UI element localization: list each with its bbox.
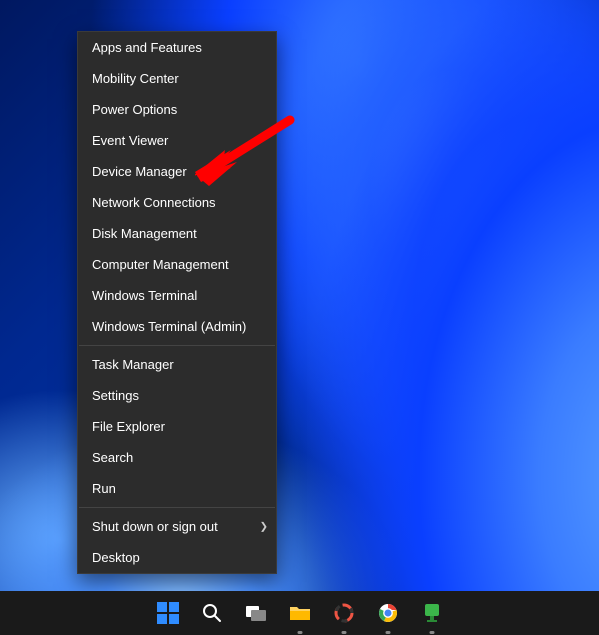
circle-app-icon <box>334 603 354 623</box>
menu-separator <box>79 507 275 508</box>
windows-logo-icon <box>157 602 179 624</box>
menu-separator <box>79 345 275 346</box>
taskbar-app-button-2[interactable] <box>417 598 447 628</box>
green-app-icon <box>423 603 441 623</box>
winx-context-menu: Apps and Features Mobility Center Power … <box>77 31 277 574</box>
file-explorer-button[interactable] <box>285 598 315 628</box>
menu-item-search[interactable]: Search <box>78 442 276 473</box>
menu-item-power-options[interactable]: Power Options <box>78 94 276 125</box>
menu-item-apps-and-features[interactable]: Apps and Features <box>78 32 276 63</box>
menu-item-event-viewer[interactable]: Event Viewer <box>78 125 276 156</box>
menu-item-mobility-center[interactable]: Mobility Center <box>78 63 276 94</box>
start-button[interactable] <box>153 598 183 628</box>
chrome-button[interactable] <box>373 598 403 628</box>
chrome-icon <box>378 603 398 623</box>
taskbar-search-button[interactable] <box>197 598 227 628</box>
menu-item-file-explorer[interactable]: File Explorer <box>78 411 276 442</box>
menu-item-windows-terminal-admin[interactable]: Windows Terminal (Admin) <box>78 311 276 342</box>
menu-item-disk-management[interactable]: Disk Management <box>78 218 276 249</box>
menu-item-run[interactable]: Run <box>78 473 276 504</box>
task-view-icon <box>245 604 267 622</box>
chevron-right-icon: ❯ <box>260 521 268 532</box>
taskbar <box>0 591 599 635</box>
menu-item-windows-terminal[interactable]: Windows Terminal <box>78 280 276 311</box>
menu-item-computer-management[interactable]: Computer Management <box>78 249 276 280</box>
taskbar-app-button[interactable] <box>329 598 359 628</box>
menu-item-settings[interactable]: Settings <box>78 380 276 411</box>
menu-item-shut-down-or-sign-out[interactable]: Shut down or sign out ❯ <box>78 511 276 542</box>
menu-item-desktop[interactable]: Desktop <box>78 542 276 573</box>
folder-icon <box>289 604 311 622</box>
task-view-button[interactable] <box>241 598 271 628</box>
menu-item-device-manager[interactable]: Device Manager <box>78 156 276 187</box>
menu-item-label: Shut down or sign out <box>92 519 218 534</box>
search-icon <box>202 603 222 623</box>
menu-item-task-manager[interactable]: Task Manager <box>78 349 276 380</box>
menu-item-network-connections[interactable]: Network Connections <box>78 187 276 218</box>
